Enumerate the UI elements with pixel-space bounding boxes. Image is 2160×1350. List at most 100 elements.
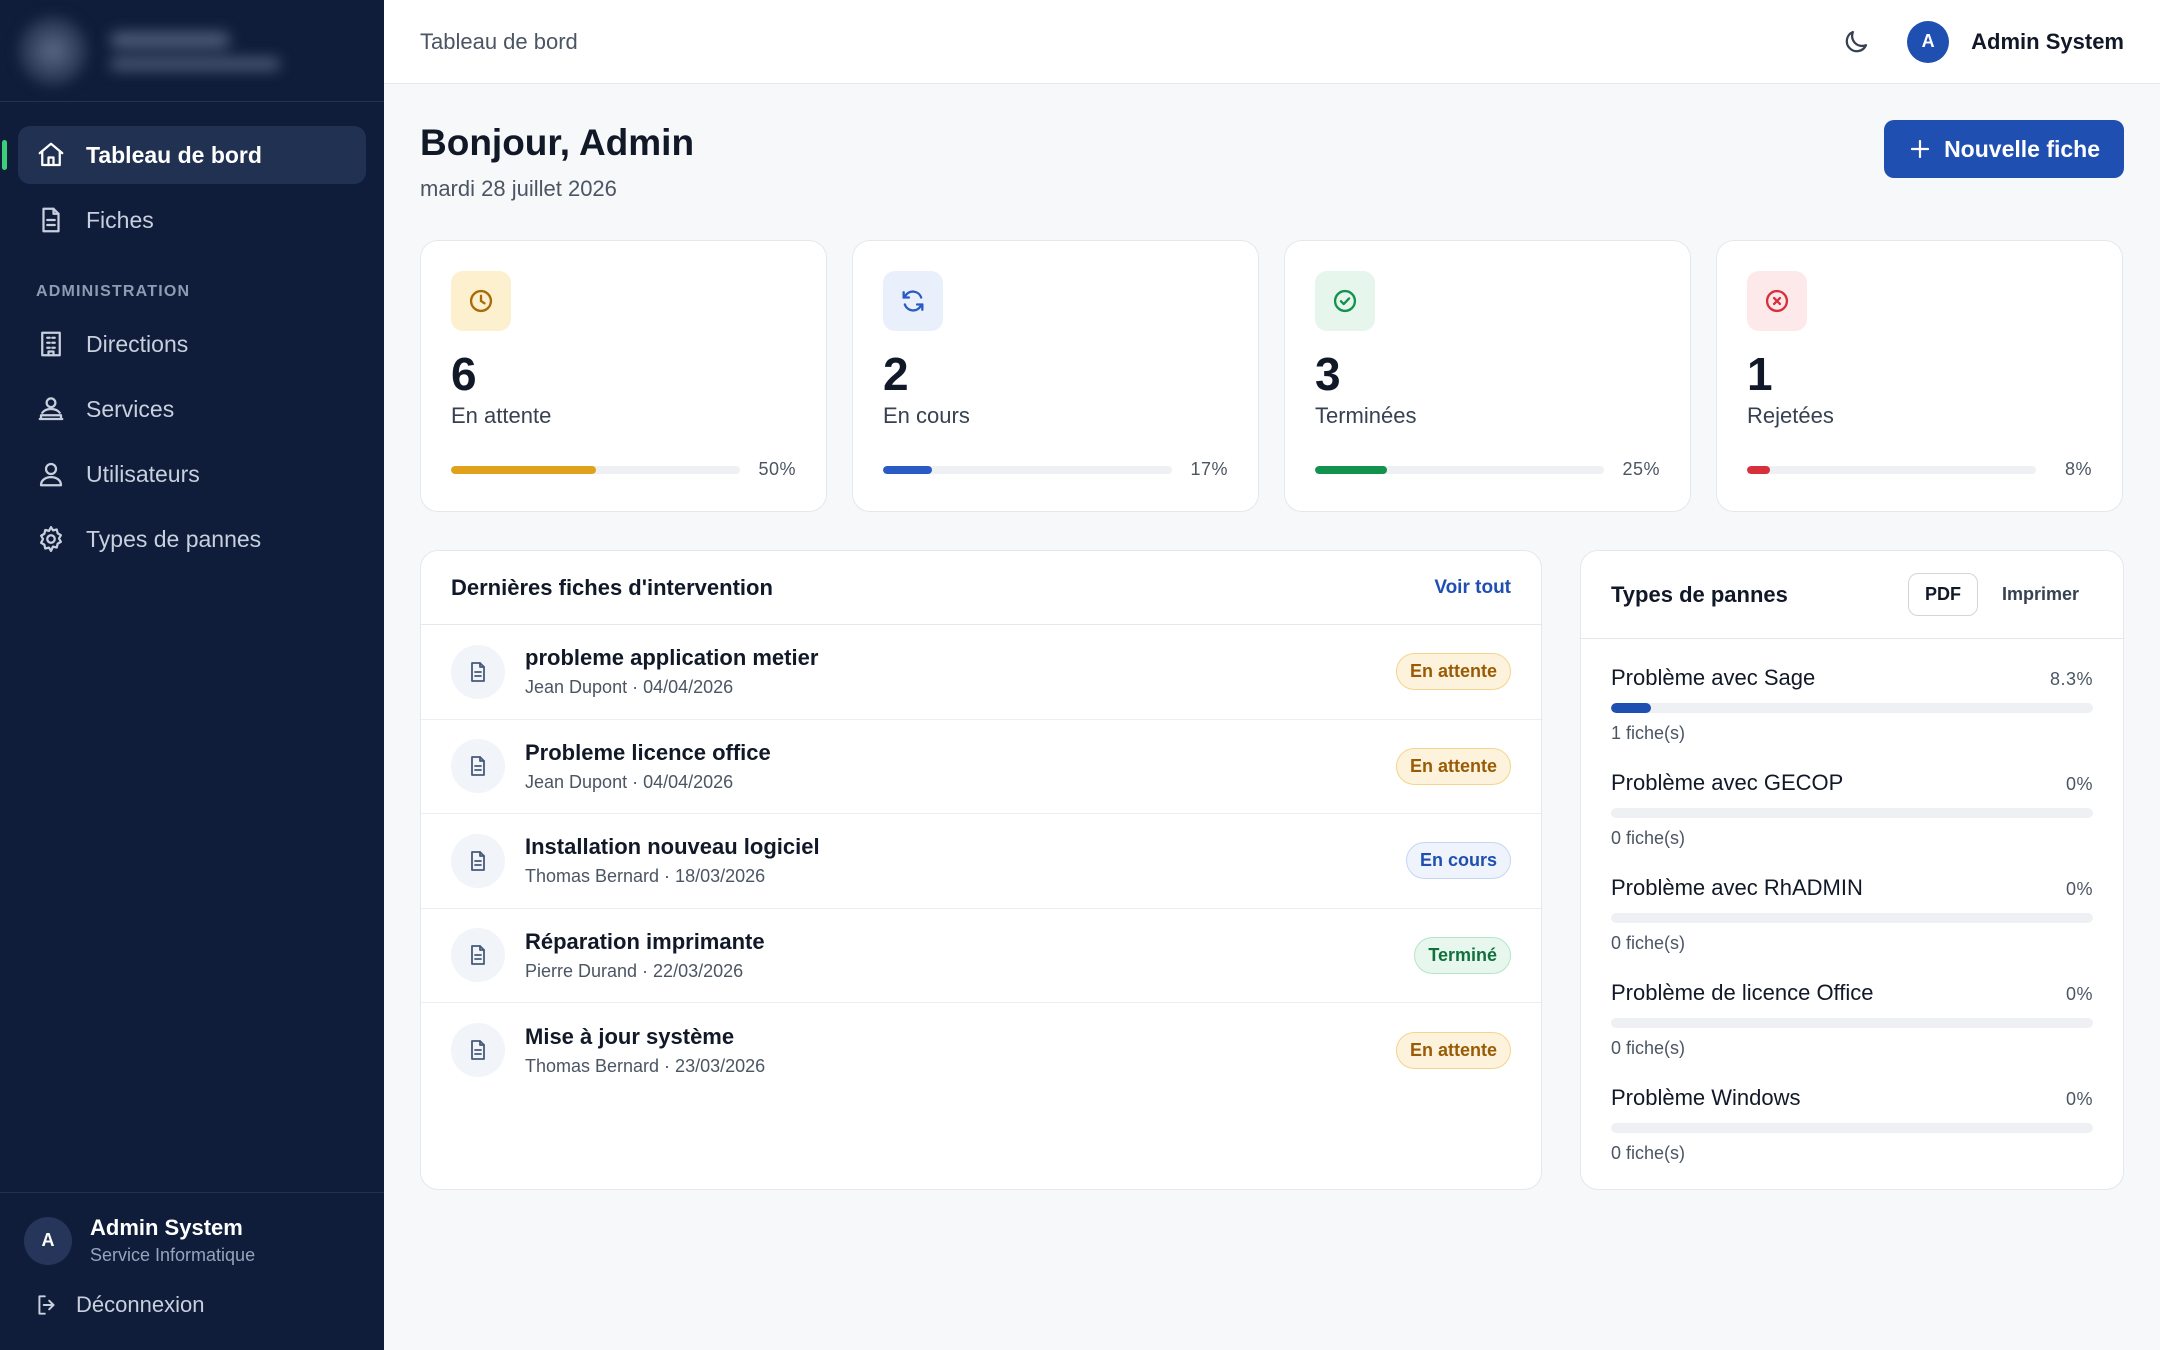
fiche-row[interactable]: Mise à jour système Thomas Bernard · 23/0…	[421, 1003, 1541, 1098]
stat-label: Terminées	[1315, 403, 1417, 428]
status-badge: En attente	[1395, 747, 1511, 785]
panne-type-fill	[1611, 703, 1651, 713]
stat-progress-fill	[451, 465, 596, 474]
avatar[interactable]: A	[1907, 20, 1950, 63]
fiche-row[interactable]: probleme application metier Jean Dupont ·…	[421, 625, 1541, 720]
panne-type-bar	[1611, 1018, 2093, 1028]
stat-percent: 17%	[1190, 459, 1228, 479]
document-icon	[471, 1040, 485, 1061]
fiche-doc-badge	[451, 1023, 505, 1078]
document-icon	[471, 756, 485, 777]
sidebar: Tableau de bord Fiches ADMINISTRATION Di…	[0, 0, 384, 1350]
document-icon	[471, 945, 485, 966]
stat-progress-bar	[1747, 465, 2036, 474]
fiche-doc-badge	[451, 739, 505, 794]
stat-label: En cours	[883, 403, 970, 428]
panne-type-percent: 0%	[2065, 1089, 2093, 1109]
stats-row: 6 En attente 50% 2 En cours 17% 3 Termin…	[420, 240, 2123, 512]
nav-item-label: Fiches	[86, 206, 154, 233]
section-label-administration: ADMINISTRATION	[36, 283, 191, 300]
brand-name-blurred	[110, 31, 280, 70]
top-header: Tableau de bord A Admin System	[384, 0, 2160, 84]
fiche-meta: Jean Dupont · 04/04/2026	[525, 677, 734, 698]
panne-type-count: 1 fiche(s)	[1611, 723, 1686, 743]
panne-type-item: Problème de licence Office 0% 0 fiche(s)	[1581, 954, 2123, 1059]
plus-icon	[1910, 139, 1930, 159]
current-date: mardi 28 juillet 2026	[420, 176, 617, 201]
nav-item-label: Services	[86, 395, 175, 422]
brand-logo[interactable]	[0, 0, 384, 102]
panel-title: Dernières fiches d'intervention	[451, 574, 773, 600]
header-user-name[interactable]: Admin System	[1971, 29, 2124, 55]
stat-icon-bg	[451, 271, 511, 331]
stat-card-rejetees[interactable]: 1 Rejetées 8%	[1716, 240, 2123, 512]
fiche-meta: Jean Dupont · 04/04/2026	[525, 771, 734, 792]
panne-type-bar	[1611, 808, 2093, 818]
panne-type-item: Problème avec RhADMIN 0% 0 fiche(s)	[1581, 849, 2123, 954]
nav-item-dashboard[interactable]: Tableau de bord	[2, 126, 366, 184]
recent-fiches-panel: Dernières fiches d'intervention Voir tou…	[420, 550, 1542, 1190]
refresh-icon	[902, 290, 924, 312]
logout-label: Déconnexion	[76, 1292, 205, 1317]
nav-item-directions[interactable]: Directions	[18, 315, 366, 373]
fiche-title: Réparation imprimante	[525, 928, 765, 954]
fiche-title: Mise à jour système	[525, 1023, 735, 1049]
x-circle-icon	[1765, 289, 1789, 313]
stat-value: 3	[1315, 348, 1341, 400]
panne-type-item: Problème avec GECOP 0% 0 fiche(s)	[1581, 744, 2123, 849]
pdf-button[interactable]: PDF	[1907, 573, 1978, 616]
new-fiche-button[interactable]: Nouvelle fiche	[1884, 120, 2124, 178]
document-icon	[471, 850, 485, 871]
fiche-title: Installation nouveau logiciel	[525, 834, 820, 860]
panne-type-name: Problème Windows	[1611, 1085, 1801, 1110]
nav-item-fiches[interactable]: Fiches	[18, 191, 366, 249]
panne-type-bar	[1611, 703, 2093, 713]
panne-type-percent: 0%	[2065, 879, 2093, 899]
panne-type-count: 0 fiche(s)	[1611, 1038, 1686, 1058]
fiche-row[interactable]: Réparation imprimante Pierre Durand · 22/…	[421, 909, 1541, 1003]
panne-type-name: Problème avec Sage	[1611, 665, 1816, 690]
breadcrumb: Tableau de bord	[420, 28, 578, 54]
print-button[interactable]: Imprimer	[1988, 574, 2093, 615]
logout-icon	[38, 1295, 55, 1315]
stat-percent: 8%	[2064, 459, 2092, 479]
stat-percent: 25%	[1622, 459, 1660, 479]
status-badge: En attente	[1395, 653, 1511, 691]
stat-label: Rejetées	[1747, 403, 1834, 428]
nav-item-services[interactable]: Services	[18, 380, 366, 438]
status-badge: En attente	[1395, 1031, 1511, 1069]
fiche-doc-badge	[451, 928, 505, 983]
stat-card-en-cours[interactable]: 2 En cours 17%	[852, 240, 1259, 512]
fiche-doc-badge	[451, 644, 505, 699]
view-all-link[interactable]: Voir tout	[1434, 577, 1511, 599]
panne-type-bar	[1611, 1123, 2093, 1133]
panne-type-name: Problème avec GECOP	[1611, 770, 1844, 795]
stat-value: 6	[451, 348, 477, 400]
panne-type-percent: 0%	[2065, 774, 2093, 794]
panne-type-percent: 8.3%	[2049, 669, 2093, 689]
moon-icon[interactable]	[1841, 27, 1871, 57]
logout-button[interactable]: Déconnexion	[34, 1292, 384, 1318]
nav-item-label: Utilisateurs	[86, 460, 200, 487]
panne-type-percent: 0%	[2065, 984, 2093, 1004]
sidebar-footer: A Admin System Service Informatique Déco…	[0, 1192, 384, 1350]
fiche-title: Probleme licence office	[525, 739, 771, 765]
check-circle-icon	[1333, 289, 1357, 313]
stat-card-en-attente[interactable]: 6 En attente 50%	[420, 240, 827, 512]
avatar: A	[24, 1216, 72, 1265]
stat-progress-fill	[1315, 465, 1388, 474]
stat-icon-bg	[1315, 271, 1375, 331]
nav-item-types-de-pannes[interactable]: Types de pannes	[18, 510, 366, 568]
stat-icon-bg	[883, 271, 943, 331]
stat-card-terminees[interactable]: 3 Terminées 25%	[1284, 240, 1691, 512]
types-pannes-panel: Types de pannes PDF Imprimer Problème av…	[1580, 550, 2124, 1190]
sidebar-user-name: Admin System	[90, 1215, 243, 1240]
gear-icon	[40, 526, 62, 552]
nav-item-utilisateurs[interactable]: Utilisateurs	[18, 445, 366, 503]
stat-progress-fill	[883, 465, 933, 474]
stat-value: 2	[883, 348, 909, 400]
fiche-row[interactable]: Installation nouveau logiciel Thomas Bern…	[421, 814, 1541, 909]
fiche-row[interactable]: Probleme licence office Jean Dupont · 04/…	[421, 720, 1541, 814]
stat-icon-bg	[1747, 271, 1807, 331]
panne-type-item: Problème Windows 0% 0 fiche(s)	[1581, 1059, 2123, 1164]
